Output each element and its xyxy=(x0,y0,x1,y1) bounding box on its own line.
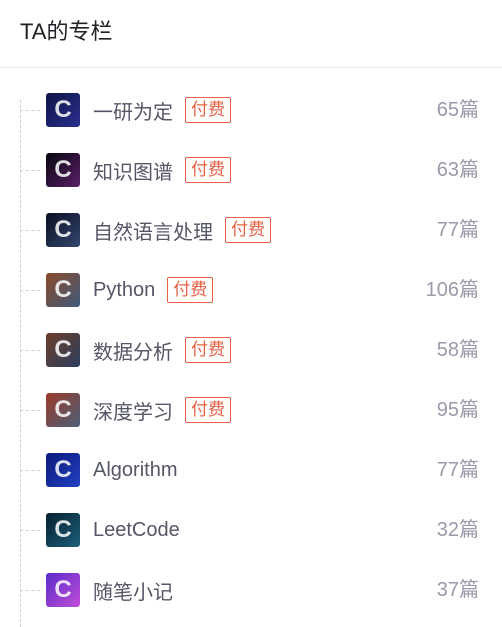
column-title-link[interactable]: 随笔小记 xyxy=(93,576,173,605)
column-thumbnail-icon: C xyxy=(46,573,80,607)
column-item[interactable]: C 一研为定 付费 65篇 xyxy=(0,80,502,140)
column-item[interactable]: C 知识图谱 付费 63篇 xyxy=(0,140,502,200)
paid-badge: 付费 xyxy=(185,157,231,183)
column-title-link[interactable]: 深度学习 xyxy=(93,396,173,425)
thumbnail-c-glyph-icon: C xyxy=(54,156,72,183)
thumbnail-c-glyph-icon: C xyxy=(54,96,72,123)
column-title-link[interactable]: Algorithm xyxy=(93,459,177,482)
article-count: 106篇 xyxy=(425,279,479,301)
column-item[interactable]: C 自然语言处理 付费 77篇 xyxy=(0,200,502,260)
column-panel: TA的专栏 C 一研为定 付费 65篇 C 知识图谱 付费 63篇 C 自然语言处理 付费 77篇 C P… xyxy=(0,0,502,627)
panel-header: TA的专栏 xyxy=(0,0,502,68)
paid-badge: 付费 xyxy=(185,97,231,123)
column-thumbnail-icon: C xyxy=(46,273,80,307)
article-count: 32篇 xyxy=(436,519,479,541)
column-item[interactable]: C Algorithm 77篇 xyxy=(0,440,502,500)
column-thumbnail-icon: C xyxy=(46,333,80,367)
article-count: 77篇 xyxy=(436,219,479,241)
article-count: 63篇 xyxy=(436,159,479,181)
column-title-link[interactable]: Python xyxy=(93,279,155,302)
paid-badge: 付费 xyxy=(185,337,231,363)
paid-badge: 付费 xyxy=(167,277,214,303)
column-thumbnail-icon: C xyxy=(46,453,80,487)
thumbnail-c-glyph-icon: C xyxy=(54,276,72,303)
paid-badge: 付费 xyxy=(185,397,231,423)
column-item[interactable]: C 深度学习 付费 95篇 xyxy=(0,380,502,440)
panel-title: TA的专栏 xyxy=(20,19,113,44)
column-title-link[interactable]: LeetCode xyxy=(93,519,180,542)
column-list: C 一研为定 付费 65篇 C 知识图谱 付费 63篇 C 自然语言处理 付费 77篇 C Python 付… xyxy=(0,80,502,620)
column-thumbnail-icon: C xyxy=(46,93,80,127)
paid-badge: 付费 xyxy=(225,217,271,243)
column-thumbnail-icon: C xyxy=(46,213,80,247)
column-item[interactable]: C 随笔小记 37篇 xyxy=(0,560,502,620)
thumbnail-c-glyph-icon: C xyxy=(54,576,72,603)
column-thumbnail-icon: C xyxy=(46,393,80,427)
column-item[interactable]: C Python 付费 106篇 xyxy=(0,260,502,320)
thumbnail-c-glyph-icon: C xyxy=(54,336,72,363)
column-title-link[interactable]: 一研为定 xyxy=(93,96,173,125)
column-thumbnail-icon: C xyxy=(46,153,80,187)
thumbnail-c-glyph-icon: C xyxy=(54,396,72,423)
article-count: 77篇 xyxy=(436,459,479,481)
column-title-link[interactable]: 数据分析 xyxy=(93,336,173,365)
thumbnail-c-glyph-icon: C xyxy=(54,216,72,243)
column-thumbnail-icon: C xyxy=(46,513,80,547)
column-item[interactable]: C LeetCode 32篇 xyxy=(0,500,502,560)
article-count: 37篇 xyxy=(436,579,479,601)
column-title-link[interactable]: 知识图谱 xyxy=(93,156,173,185)
article-count: 95篇 xyxy=(436,399,479,421)
column-item[interactable]: C 数据分析 付费 58篇 xyxy=(0,320,502,380)
article-count: 65篇 xyxy=(436,99,479,121)
article-count: 58篇 xyxy=(436,339,479,361)
thumbnail-c-glyph-icon: C xyxy=(54,456,72,483)
column-title-link[interactable]: 自然语言处理 xyxy=(93,216,213,245)
thumbnail-c-glyph-icon: C xyxy=(54,516,72,543)
